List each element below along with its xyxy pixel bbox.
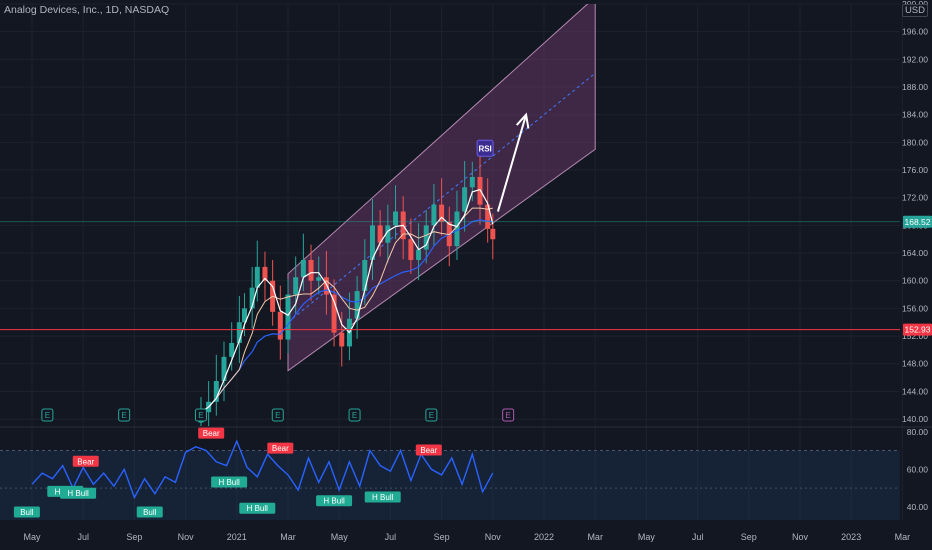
y-tick-label: 160.00 [902,276,928,286]
y-tick-label: 172.00 [902,193,928,203]
x-tick-label: Mar [895,532,911,542]
x-tick-label: Nov [792,532,809,542]
candle-body [300,259,306,278]
candle-body [393,211,399,226]
rsi-y-tick-label: 40.00 [907,502,929,512]
candle-body [408,239,414,260]
x-tick-label: Sep [434,532,450,542]
candle-body [323,277,329,295]
candle-body [285,294,291,340]
candle-body [254,266,260,288]
price-axis-label: 168.52 [905,217,931,227]
candle-body [221,356,227,382]
earnings-marker-label: E [45,411,50,420]
x-tick-label: Jul [692,532,704,542]
y-tick-label: 148.00 [902,359,928,369]
x-tick-label: Mar [280,532,296,542]
candle-body [431,204,437,226]
x-tick-label: May [638,532,656,542]
x-tick-label: Nov [178,532,195,542]
x-tick-label: Mar [587,532,603,542]
y-tick-label: 176.00 [902,165,928,175]
y-tick-label: 196.00 [902,27,928,37]
y-tick-label: 192.00 [902,54,928,64]
y-tick-label: 144.00 [902,386,928,396]
y-tick-label: 184.00 [902,110,928,120]
y-tick-label: 180.00 [902,137,928,147]
earnings-marker-label: E [121,411,126,420]
x-tick-label: Sep [741,532,757,542]
rsi-divergence-label: Bear [77,457,94,466]
rsi-y-tick-label: 60.00 [907,464,929,474]
candle-body [293,277,299,295]
earnings-marker-label: E [275,411,280,420]
rsi-divergence-label: Bear [203,429,220,438]
candle-body [490,228,496,240]
x-tick-label: Jul [77,532,89,542]
rsi-divergence-label: H Bull [247,504,269,513]
candle-body [277,311,283,340]
price-chart[interactable]: May Jul Sep Nov 2021 Mar May Jul Sep Nov 2022 Mar Ma… [0,0,932,550]
candle-body [416,249,422,260]
x-tick-label: 2021 [227,532,247,542]
rsi-divergence-label: Bull [143,508,157,517]
candle-body [354,291,360,319]
x-tick-label: May [331,532,349,542]
rsi-divergence-label: H Bull [67,489,89,498]
rsi-divergence-label: H Bull [372,493,394,502]
x-tick-label: Jul [385,532,397,542]
earnings-marker-label: E [352,411,357,420]
x-tick-label: 2023 [841,532,861,542]
x-tick-label: May [23,532,41,542]
rsi-divergence-label: Bear [420,446,437,455]
y-tick-label: 164.00 [902,248,928,258]
y-tick-label: 156.00 [902,303,928,313]
earnings-marker-label: E [429,411,434,420]
candle-body [308,259,314,281]
x-tick-label: Sep [126,532,142,542]
x-tick-label: Nov [485,532,502,542]
price-axis-label: 152.93 [905,325,931,335]
rsi-divergence-label: Bear [272,444,289,453]
currency-badge[interactable]: USD [901,4,928,17]
x-tick-label: 2022 [534,532,554,542]
earnings-marker-label: E [198,411,203,420]
candle-body [316,277,322,281]
rsi-y-tick-label: 80.00 [907,427,929,437]
y-tick-label: 140.00 [902,414,928,424]
candle-body [362,259,368,292]
earnings-marker-label: E [505,411,510,420]
rsi-divergence-label: H Bull [323,497,345,506]
rsi-divergence-label: Bull [20,508,34,517]
chart-container: May Jul Sep Nov 2021 Mar May Jul Sep Nov 2022 Mar Ma… [0,0,932,550]
y-tick-label: 188.00 [902,82,928,92]
chart-title: Analog Devices, Inc., 1D, NASDAQ [4,4,170,16]
rsi-divergence-label: H Bull [218,478,240,487]
rsi-annotation-label: RSI [478,144,491,153]
candle-body [339,332,345,347]
candle-body [469,176,475,188]
